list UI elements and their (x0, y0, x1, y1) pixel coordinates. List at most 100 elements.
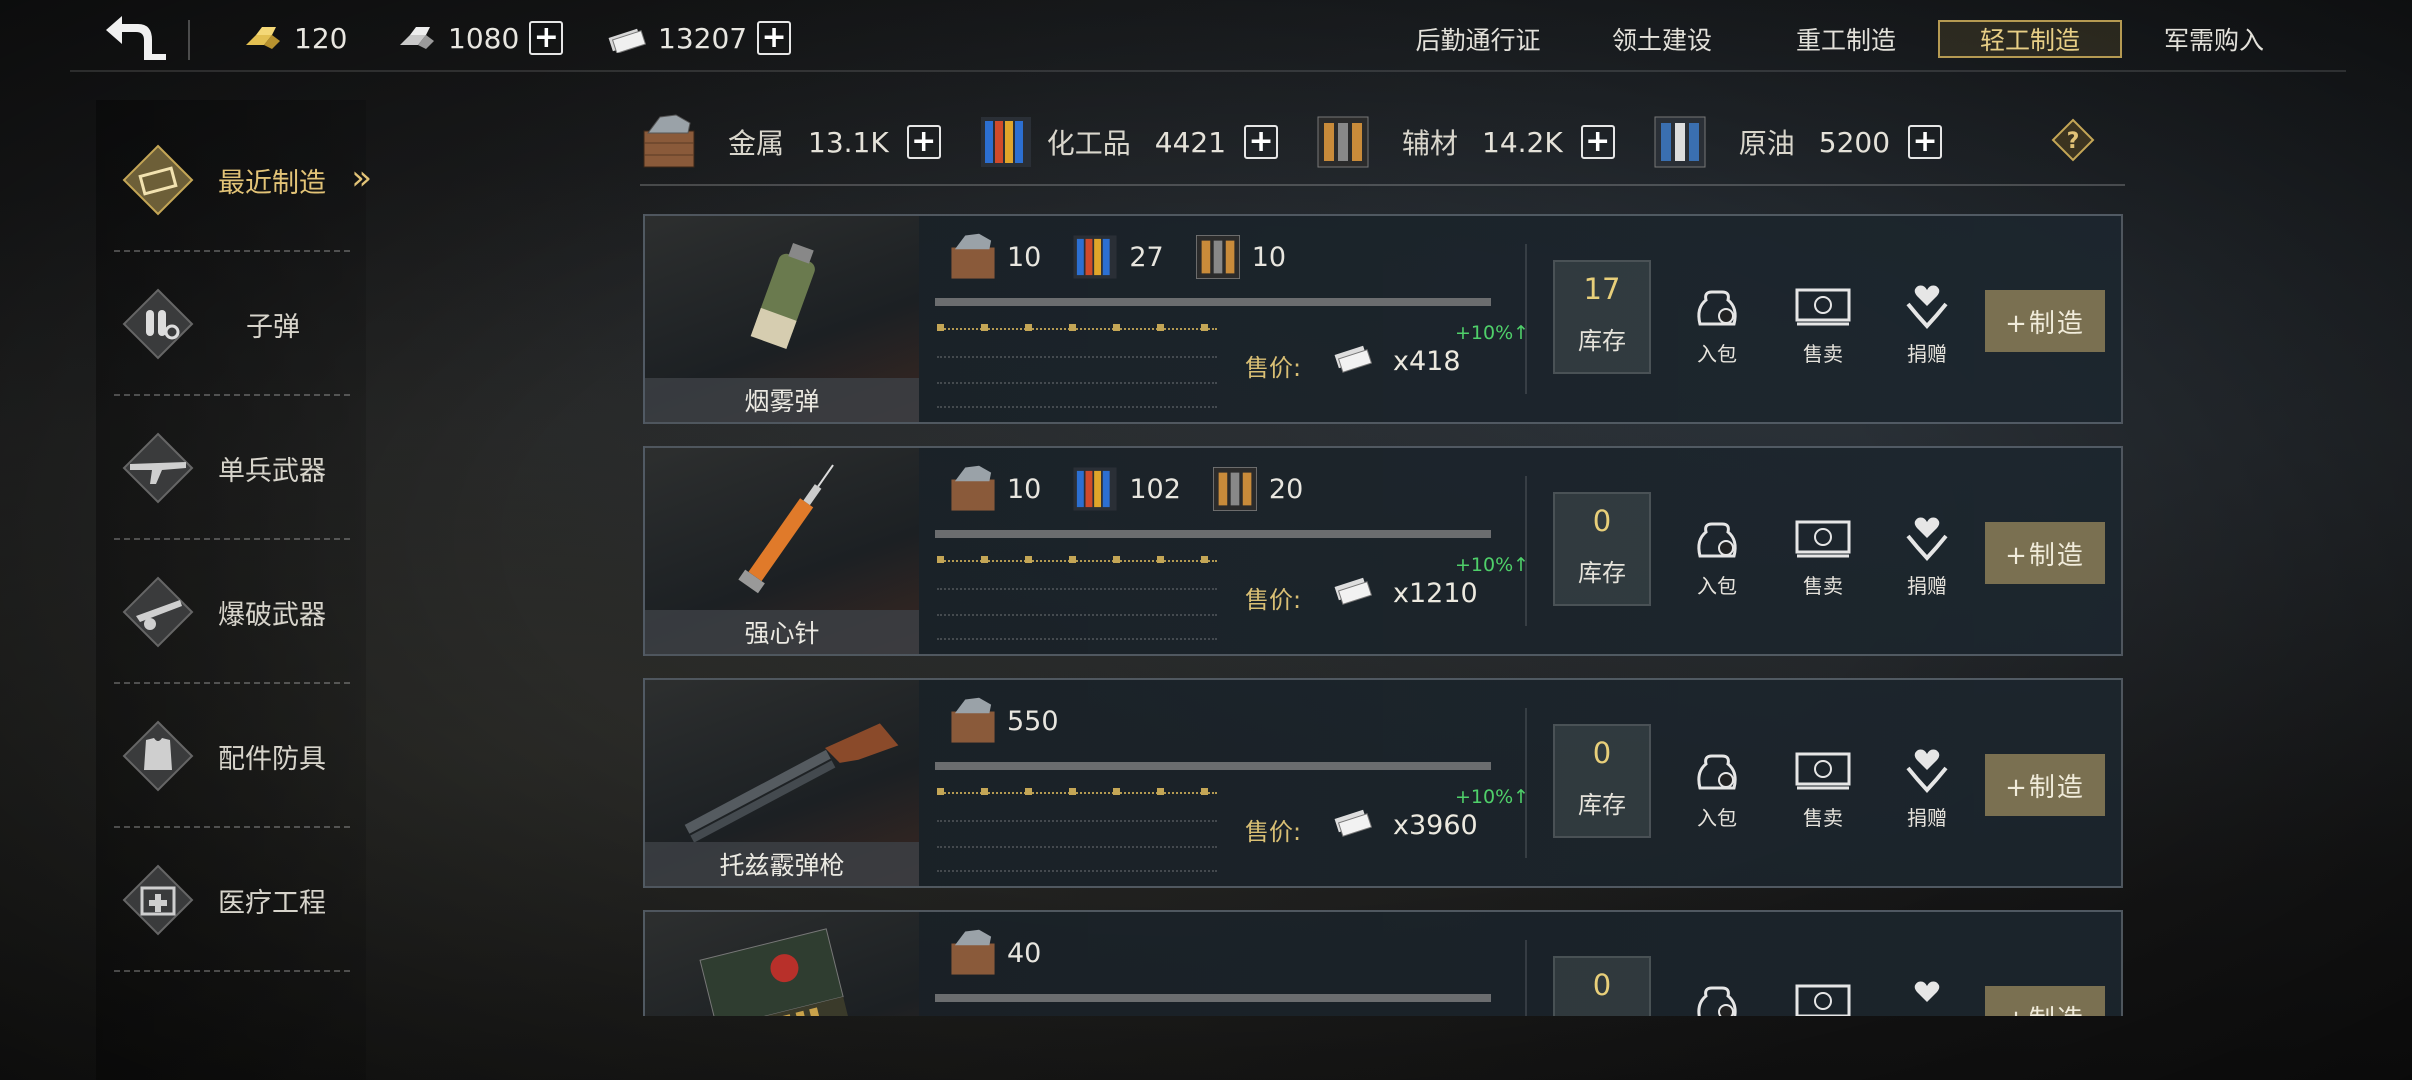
make-button[interactable]: +制造 (1985, 754, 2105, 816)
donate-button[interactable]: 捐赠 (1887, 514, 1967, 599)
resource-name: 金属 (728, 127, 785, 160)
material-cost: 10 (945, 464, 1041, 514)
add-banknote-button[interactable]: + (757, 21, 792, 55)
sell-label: 售卖 (1803, 342, 1843, 366)
material-qty: 102 (1129, 473, 1181, 505)
price-value: x3960 (1393, 810, 1478, 841)
sidebar-item-bullets[interactable]: 子弹 (114, 252, 350, 396)
price-value: x1210 (1393, 578, 1478, 609)
stock-label: 库存 (1578, 327, 1626, 355)
chemical-crate-icon (1073, 235, 1117, 279)
stash-button[interactable]: 入包 (1677, 746, 1757, 831)
chemical-crate-icon (1073, 467, 1117, 511)
divider (114, 970, 350, 972)
sell-button[interactable]: 售卖 (1783, 746, 1863, 831)
add-chemical-button[interactable]: + (1244, 125, 1279, 159)
banknote-value: 13207 (658, 21, 748, 55)
divider (1525, 940, 1527, 1016)
sidebar-label-armor: 配件防具 (218, 743, 326, 775)
sidebar-item-explosives[interactable]: 爆破武器 (114, 540, 350, 684)
stock-count: 0 (1592, 968, 1612, 1002)
stash-button[interactable]: 入包 (1677, 282, 1757, 367)
help-button[interactable]: ? (2051, 118, 2095, 162)
sell-label: 售卖 (1803, 806, 1843, 830)
top-separator (188, 20, 190, 60)
stock-box: 17 库存 (1553, 260, 1651, 374)
sell-button[interactable] (1783, 978, 1863, 1016)
material-cost: 40 (945, 928, 1041, 978)
sidebar-label-infantry-weapons: 单兵武器 (218, 455, 326, 487)
divider (937, 870, 1217, 872)
tab-military-purchase[interactable]: 军需购入 (2122, 20, 2306, 58)
resource-name: 辅材 (1402, 127, 1459, 160)
donate-button[interactable] (1887, 978, 1967, 1016)
sidebar-label-recent: 最近制造 (218, 167, 326, 199)
progress-bar (935, 994, 1491, 1002)
price-bonus: +10%↑ (1455, 322, 1530, 344)
cash-icon (1795, 520, 1851, 558)
add-silver-button[interactable]: + (529, 21, 564, 55)
item-name: 烟雾弹 (645, 378, 919, 422)
material-qty: 10 (1007, 473, 1042, 505)
sidebar-label-explosives: 爆破武器 (218, 599, 326, 631)
silver-value: 1080 (448, 21, 520, 55)
resource-aux: 辅材 14.2K + (1314, 113, 1615, 171)
stock-box: 0 库存 (1553, 724, 1651, 838)
divider (937, 588, 1217, 590)
progress-bar (935, 762, 1491, 770)
item-thumbnail: 烟雾弹 (645, 216, 919, 422)
material-cost: 20 (1207, 464, 1303, 514)
material-qty: 550 (1007, 705, 1059, 737)
sidebar-item-recent[interactable]: 最近制造 » (114, 108, 372, 252)
stash-button[interactable] (1677, 978, 1757, 1016)
category-sidebar: 最近制造 » 子弹 单兵武器 爆破武器 配件防具 医疗工程 (96, 100, 372, 1080)
resource-oil: 原油 5200 + (1651, 113, 1943, 171)
resource-value: 4421 (1154, 125, 1227, 159)
material-qty: 40 (1007, 937, 1042, 969)
price-bonus: +10%↑ (1455, 786, 1530, 808)
stash-button[interactable]: 入包 (1677, 514, 1757, 599)
top-bar: 120 1080 + 13207 + 后勤通行证 领土建设 重工制造 轻工制造 … (70, 0, 2346, 72)
resource-value: 14.2K (1482, 125, 1563, 159)
make-button[interactable]: +制造 (1985, 986, 2105, 1016)
bag-icon (1697, 522, 1737, 558)
donate-button[interactable]: 捐赠 (1887, 282, 1967, 367)
add-metal-button[interactable]: + (906, 125, 941, 159)
heart-hand-icon (1906, 749, 1948, 793)
add-aux-button[interactable]: + (1580, 125, 1615, 159)
tab-territory[interactable]: 领土建设 (1570, 20, 1754, 58)
donate-button[interactable]: 捐赠 (1887, 746, 1967, 831)
progress-bar (935, 298, 1491, 306)
resource-metal: 金属 13.1K + (640, 113, 941, 171)
tab-heavy-industry[interactable]: 重工制造 (1754, 20, 1938, 58)
chemical-crate-icon (980, 117, 1031, 167)
sidebar-label-bullets: 子弹 (246, 311, 300, 343)
explosive-icon (120, 574, 196, 650)
silver-bar-icon (400, 27, 434, 49)
tab-light-industry[interactable]: 轻工制造 (1938, 20, 2122, 58)
back-button[interactable] (100, 14, 170, 62)
craft-list[interactable]: 烟雾弹 10 27 10 +10%↑ 售价: x418 17 库存 入包 售卖 (640, 214, 2125, 1016)
sidebar-item-armor[interactable]: 配件防具 (114, 684, 350, 828)
currency-banknote: 13207 + (606, 18, 792, 58)
heart-hand-icon (1906, 517, 1948, 561)
add-oil-button[interactable]: + (1908, 125, 1943, 159)
material-cost-list: 550 (945, 696, 1059, 746)
metal-crate-icon (643, 114, 695, 168)
make-button[interactable]: +制造 (1985, 290, 2105, 352)
divider (937, 614, 1217, 616)
make-button[interactable]: +制造 (1985, 522, 2105, 584)
resource-chemical: 化工品 4421 + (977, 113, 1279, 171)
sidebar-item-medical[interactable]: 医疗工程 (114, 828, 350, 972)
sell-button[interactable]: 售卖 (1783, 282, 1863, 367)
price-bonus: +10%↑ (1455, 554, 1530, 576)
banknote-icon (1334, 345, 1373, 373)
stash-label: 入包 (1697, 342, 1737, 366)
sell-button[interactable]: 售卖 (1783, 514, 1863, 599)
sidebar-item-infantry-weapons[interactable]: 单兵武器 (114, 396, 350, 540)
metal-crate-icon (951, 929, 995, 975)
medkit-icon (120, 862, 196, 938)
stock-count: 0 (1592, 736, 1612, 770)
tab-logistics-pass[interactable]: 后勤通行证 (1386, 20, 1570, 58)
material-qty: 10 (1251, 241, 1287, 273)
